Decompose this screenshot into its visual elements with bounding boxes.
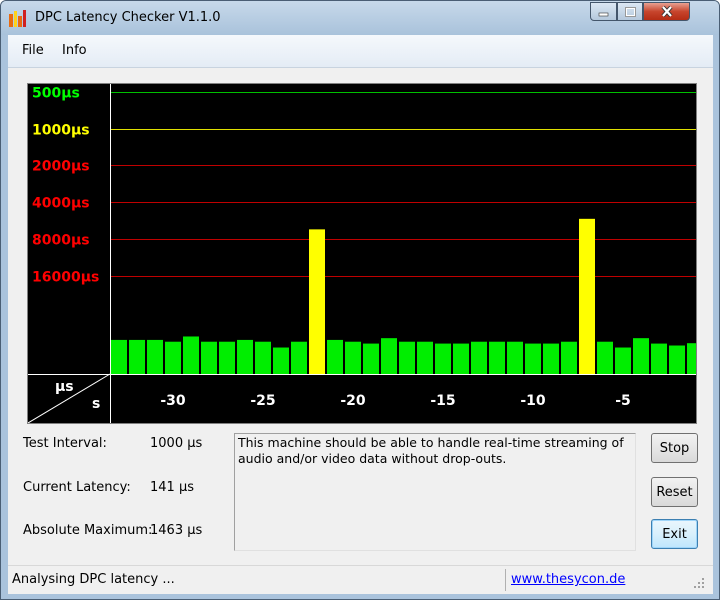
latency-bar (633, 338, 649, 374)
x-tick-label: -30 (160, 393, 186, 409)
menu-info[interactable]: Info (62, 43, 87, 58)
latency-bar (453, 343, 469, 374)
status-message: This machine should be able to handle re… (238, 435, 624, 466)
latency-bar (273, 347, 289, 374)
app-icon (9, 10, 26, 27)
latency-bar (525, 343, 541, 374)
latency-bar (111, 339, 127, 374)
latency-bar (147, 339, 163, 374)
close-button[interactable] (643, 2, 690, 21)
latency-bar (165, 341, 181, 374)
menu-bar: File Info (8, 35, 713, 68)
menu-file[interactable]: File (22, 43, 44, 58)
app-window: DPC Latency Checker V1.1.0 File Info 160… (0, 0, 720, 600)
x-tick-label: -10 (520, 393, 546, 409)
maximize-icon (624, 6, 636, 17)
latency-bar (579, 218, 595, 374)
x-tick-label: -15 (430, 393, 455, 409)
latency-bar (399, 341, 415, 374)
x-unit-label: s (92, 396, 100, 412)
y-tick-label: 16000µs (32, 270, 99, 286)
latency-chart: 16000µs 8000µs 4000µs 2000µs 1000µs 500µs µs s -… (28, 84, 696, 423)
y-tick-label: 8000µs (32, 233, 90, 249)
minimize-button[interactable] (590, 2, 617, 21)
x-tick-label: -5 (615, 393, 631, 409)
latency-bar (201, 341, 217, 374)
current-latency-value: 141 µs (150, 480, 194, 495)
latency-bar (615, 347, 631, 374)
latency-bar (669, 345, 685, 374)
window-title: DPC Latency Checker V1.1.0 (35, 10, 221, 25)
latency-bar (237, 339, 253, 374)
latency-bar (489, 341, 505, 374)
close-icon (661, 6, 672, 17)
absolute-maximum-label: Absolute Maximum: (23, 523, 153, 538)
client-area: File Info 16000µs 8000µs 4000µs 2000µs 1000µ… (8, 35, 713, 594)
website-link[interactable]: www.thesycon.de (511, 572, 625, 587)
test-interval-label: Test Interval: (23, 436, 107, 451)
latency-bar (417, 341, 433, 374)
status-message-box: This machine should be able to handle re… (234, 433, 636, 551)
y-tick-label: 500µs (32, 86, 80, 102)
reset-button[interactable]: Reset (651, 477, 698, 507)
latency-bar (543, 343, 559, 374)
x-tick-label: -20 (340, 393, 366, 409)
title-bar[interactable]: DPC Latency Checker V1.1.0 (1, 1, 719, 35)
test-interval-value: 1000 µs (150, 436, 203, 451)
latency-bar (435, 343, 451, 374)
latency-bar (687, 343, 696, 374)
latency-bar (597, 341, 613, 374)
latency-bar (219, 341, 235, 374)
absolute-maximum-value: 1463 µs (150, 523, 203, 538)
minimize-icon (598, 12, 609, 16)
latency-graph: 16000µs 8000µs 4000µs 2000µs 1000µs 500µs µs s -… (27, 83, 697, 424)
latency-bar (327, 339, 343, 374)
latency-bar (651, 343, 667, 374)
latency-bar (309, 229, 325, 374)
latency-bar (291, 341, 307, 374)
exit-button[interactable]: Exit (651, 519, 698, 549)
maximize-button[interactable] (617, 2, 643, 21)
latency-bar (363, 343, 379, 374)
latency-bar (255, 341, 271, 374)
x-tick-label: -25 (250, 393, 275, 409)
status-bar: Analysing DPC latency ... www.thesycon.d… (8, 565, 713, 594)
y-unit-label: µs (55, 379, 74, 395)
latency-bar (129, 339, 145, 374)
stop-button[interactable]: Stop (651, 433, 698, 463)
status-divider (505, 569, 506, 591)
status-text: Analysing DPC latency ... (12, 572, 175, 587)
latency-bar (345, 341, 361, 374)
latency-bar (507, 341, 523, 374)
latency-bar (471, 341, 487, 374)
current-latency-label: Current Latency: (23, 480, 131, 495)
latency-bar (561, 341, 577, 374)
latency-bar (381, 338, 397, 374)
resize-grip-icon[interactable] (691, 575, 707, 591)
y-tick-label: 4000µs (32, 196, 90, 212)
y-tick-label: 2000µs (32, 159, 90, 175)
y-tick-label: 1000µs (32, 123, 90, 139)
latency-bar (183, 336, 199, 374)
